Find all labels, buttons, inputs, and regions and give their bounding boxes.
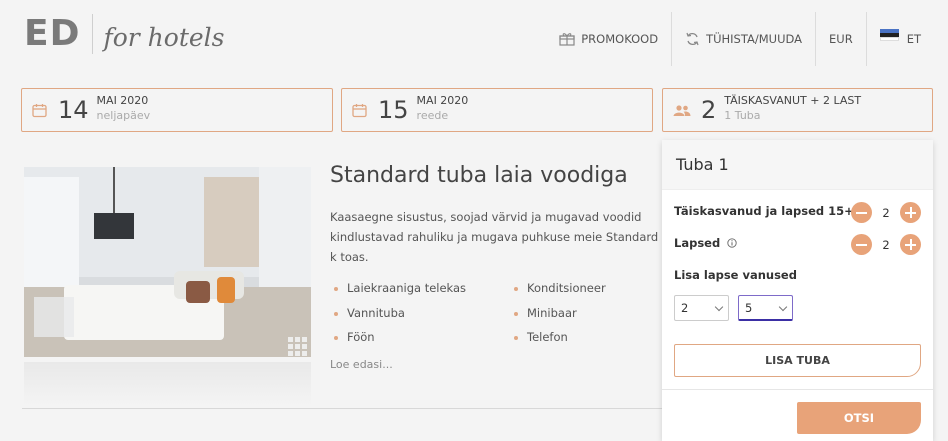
- read-more-link[interactable]: Loe edasi...: [330, 358, 393, 371]
- gallery-icon[interactable]: [285, 333, 307, 355]
- children-label-row: Lapsed: [674, 236, 737, 251]
- checkin-weekday: neljapäev: [96, 108, 151, 122]
- child-age-value-2: 5: [745, 301, 753, 315]
- promo-code-label: PROMOKOOD: [581, 32, 659, 46]
- amenity-item: Telefon: [514, 330, 568, 344]
- header: ED for hotels PROMOKOOD TÜHISTA/MUUDA EU…: [0, 0, 948, 80]
- people-icon: [673, 104, 691, 117]
- calendar-icon: [32, 103, 48, 118]
- calendar-icon: [352, 103, 368, 118]
- child-age-select-1[interactable]: 2: [674, 295, 729, 321]
- adults-decrease-button[interactable]: [851, 202, 872, 223]
- guests-summary: TÄISKASVANUT + 2 LAST: [724, 93, 862, 107]
- chevron-down-icon: [714, 302, 724, 312]
- checkout-month: MAI 2020: [416, 93, 469, 107]
- room-photo-reflection: [24, 362, 311, 406]
- gift-icon: [559, 32, 575, 46]
- section-divider: [22, 408, 662, 409]
- rooms-count: 1 Tuba: [724, 108, 761, 122]
- chevron-down-icon: [778, 302, 788, 312]
- children-label: Lapsed: [674, 236, 721, 250]
- children-stepper: 2: [851, 234, 921, 255]
- add-room-button[interactable]: LISA TUBA: [674, 344, 921, 377]
- adults-value: 2: [882, 205, 890, 220]
- estonia-flag-icon: [879, 29, 899, 41]
- refresh-icon: [685, 32, 700, 46]
- checkin-date-field[interactable]: 14 MAI 2020 neljapäev: [21, 88, 333, 132]
- promo-code-link[interactable]: PROMOKOOD: [546, 12, 671, 66]
- child-age-value-1: 2: [681, 301, 689, 315]
- children-increase-button[interactable]: [900, 234, 921, 255]
- search-button[interactable]: OTSI: [797, 402, 921, 434]
- room-heading: Tuba 1: [662, 140, 933, 190]
- checkout-date-field[interactable]: 15 MAI 2020 reede: [341, 88, 653, 132]
- logo-mark: ED: [24, 13, 81, 54]
- children-decrease-button[interactable]: [851, 234, 872, 255]
- logo-divider: [92, 14, 94, 54]
- currency-label: EUR: [829, 32, 853, 46]
- amenity-item: Föön: [334, 330, 375, 344]
- room-title: Standard tuba laia voodiga: [330, 163, 628, 188]
- child-ages-label: Lisa lapse vanused: [674, 268, 797, 282]
- amenity-item: Konditsioneer: [514, 281, 606, 295]
- panel-divider: [662, 389, 933, 390]
- guests-count: 2: [701, 96, 717, 124]
- logo[interactable]: ED for hotels: [24, 14, 225, 54]
- room-description: Kaasaegne sisustus, soojad värvid ja mug…: [330, 210, 659, 264]
- cancel-modify-label: TÜHISTA/MUUDA: [706, 32, 803, 46]
- adults-stepper: 2: [851, 202, 921, 223]
- guests-field[interactable]: 2 TÄISKASVANUT + 2 LAST 1 Tuba: [662, 88, 933, 132]
- language-selector[interactable]: ET: [865, 12, 934, 66]
- cancel-modify-link[interactable]: TÜHISTA/MUUDA: [671, 12, 815, 66]
- currency-selector[interactable]: EUR: [815, 12, 866, 66]
- amenity-item: Minibaar: [514, 306, 577, 320]
- children-value: 2: [882, 237, 890, 252]
- guests-dropdown-panel: Tuba 1 Täiskasvanud ja lapsed 15+ 2 Laps…: [662, 140, 933, 441]
- checkout-day: 15: [378, 96, 409, 124]
- checkout-weekday: reede: [416, 108, 449, 122]
- child-age-select-2[interactable]: 5: [738, 295, 793, 321]
- logo-tagline: for hotels: [103, 23, 225, 52]
- amenity-item: Vannituba: [334, 306, 405, 320]
- language-label: ET: [906, 32, 921, 46]
- checkin-day: 14: [58, 96, 89, 124]
- info-icon[interactable]: [727, 237, 737, 251]
- adults-label: Täiskasvanud ja lapsed 15+: [674, 204, 854, 218]
- amenity-item: Laiekraaniga telekas: [334, 281, 466, 295]
- adults-increase-button[interactable]: [900, 202, 921, 223]
- room-photo[interactable]: [24, 167, 311, 357]
- checkin-month: MAI 2020: [96, 93, 149, 107]
- top-navigation: PROMOKOOD TÜHISTA/MUUDA EUR ET: [546, 12, 934, 66]
